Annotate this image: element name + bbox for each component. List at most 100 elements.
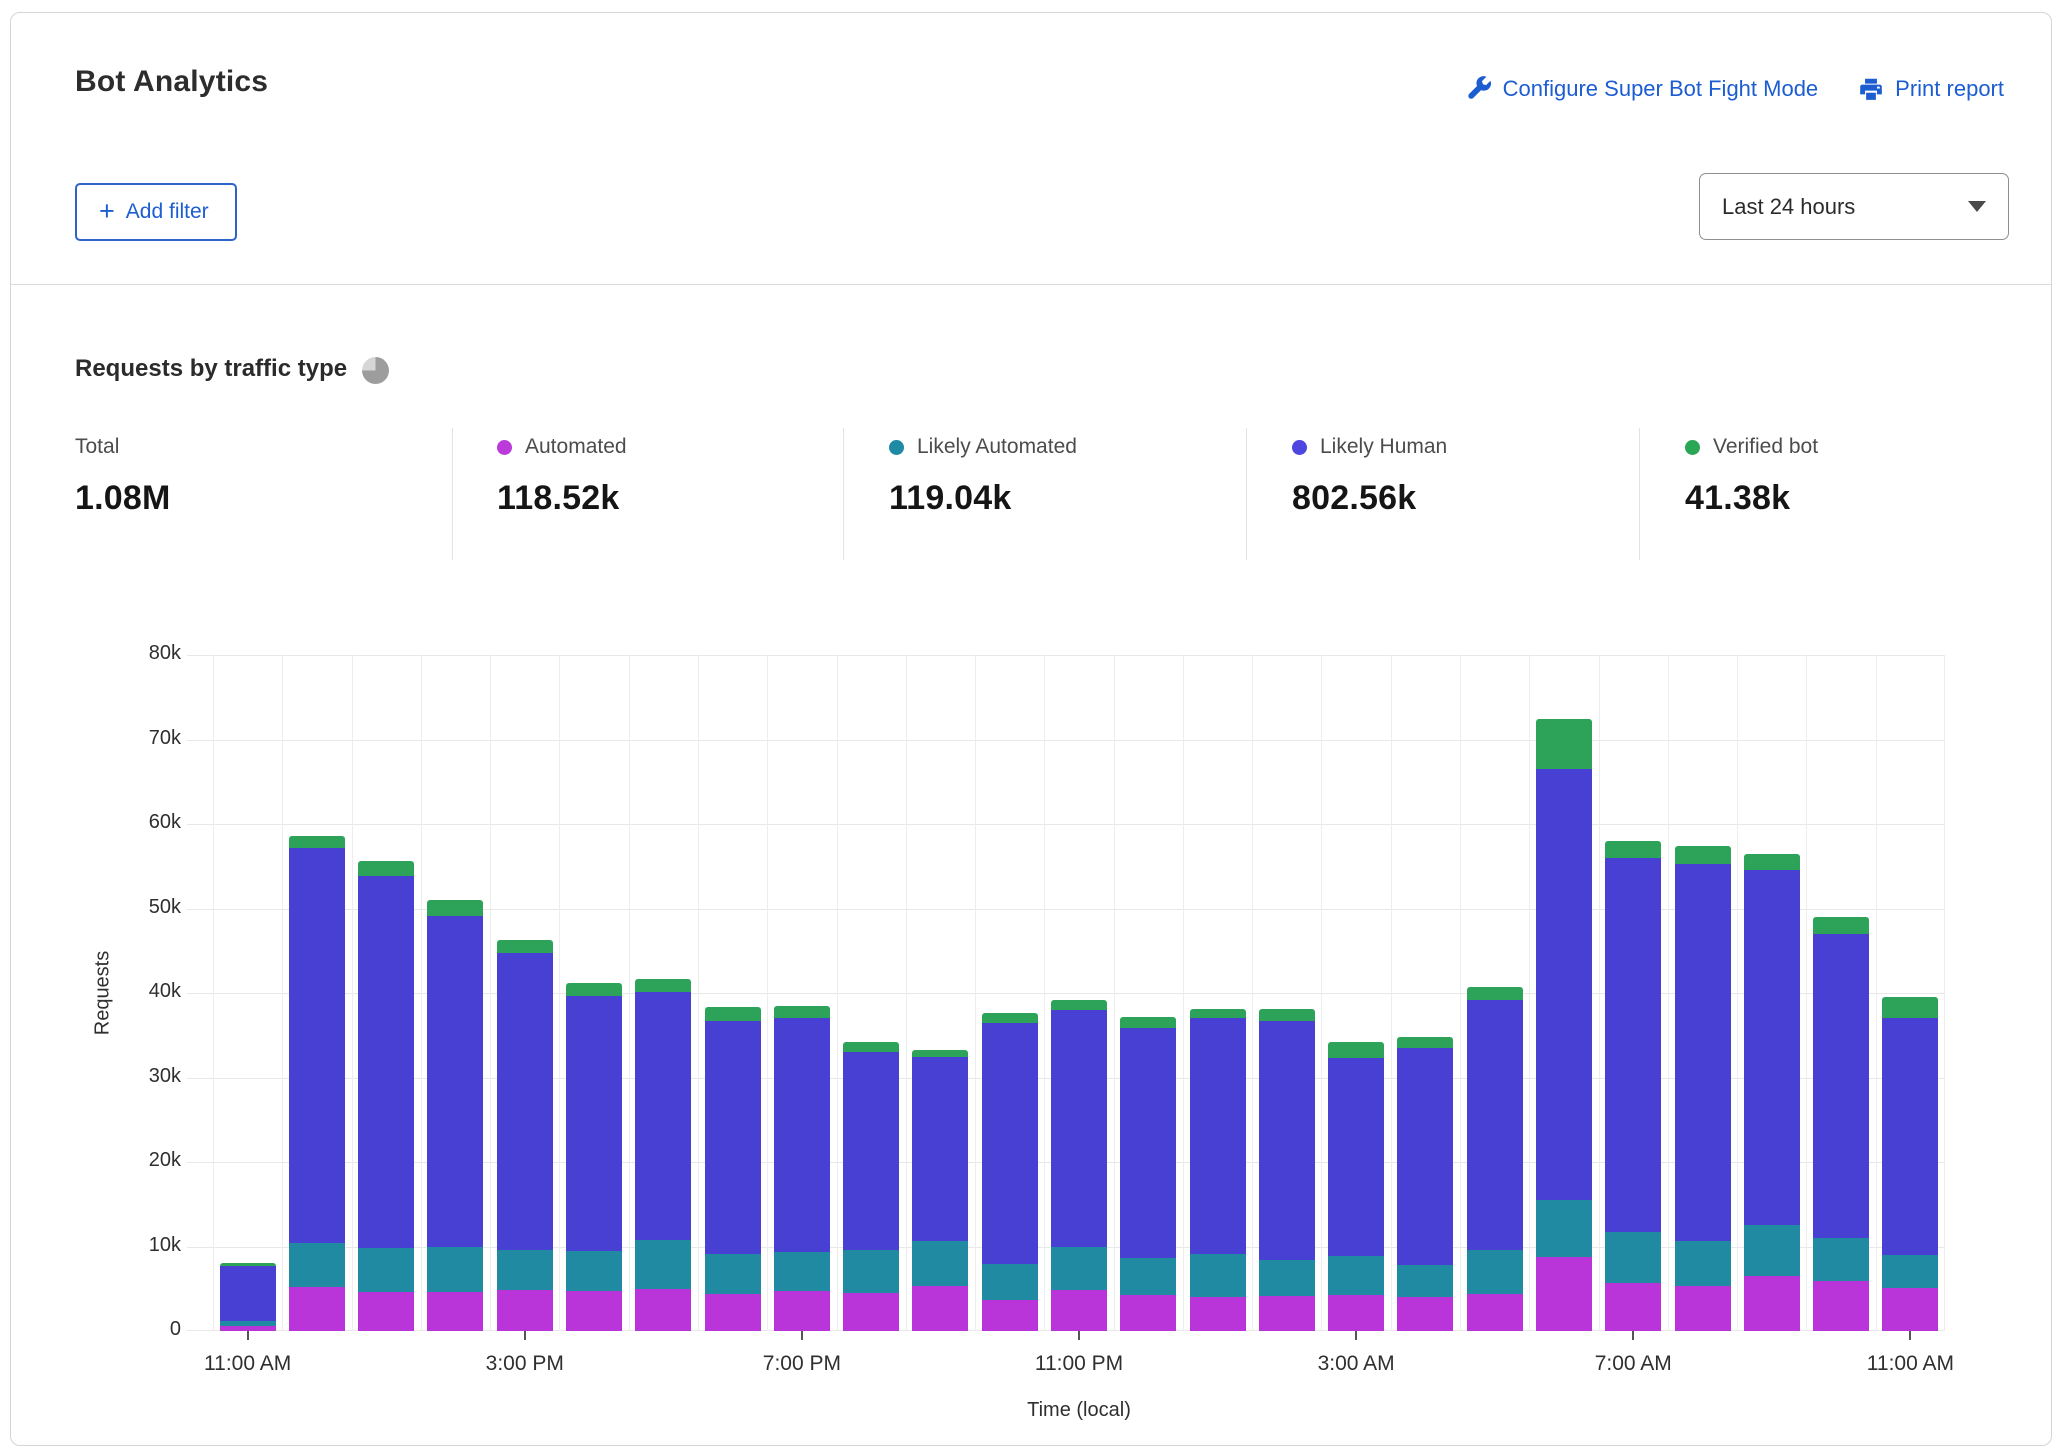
- bar[interactable]: [1190, 1009, 1246, 1331]
- bar-segment: [843, 1052, 899, 1250]
- bar-segment: [843, 1250, 899, 1293]
- add-filter-button[interactable]: + Add filter: [75, 183, 237, 241]
- bar-segment: [1328, 1042, 1384, 1058]
- v-gridline: [282, 655, 283, 1331]
- bar-segment: [912, 1241, 968, 1287]
- plot-area: Time (local) 11:00 AM3:00 PM7:00 PM11:00…: [213, 655, 1945, 1331]
- bar-segment: [774, 1006, 830, 1018]
- print-report-link[interactable]: Print report: [1858, 76, 2004, 102]
- printer-icon: [1858, 76, 1884, 102]
- plus-icon: +: [99, 198, 115, 225]
- bar[interactable]: [1051, 1000, 1107, 1331]
- bar-segment: [635, 1289, 691, 1331]
- x-tick-label: 7:00 AM: [1595, 1352, 1672, 1376]
- bar[interactable]: [843, 1042, 899, 1331]
- bar-segment: [1467, 1294, 1523, 1331]
- x-tick-label: 3:00 PM: [486, 1352, 564, 1376]
- bar[interactable]: [1397, 1037, 1453, 1331]
- bar[interactable]: [1675, 846, 1731, 1331]
- v-gridline: [906, 655, 907, 1331]
- v-gridline: [975, 655, 976, 1331]
- bar[interactable]: [1813, 917, 1869, 1331]
- bar-segment: [1259, 1260, 1315, 1296]
- bar[interactable]: [497, 940, 553, 1331]
- bar-segment: [1120, 1258, 1176, 1294]
- bar-segment: [635, 992, 691, 1240]
- bar[interactable]: [566, 983, 622, 1331]
- print-link-label: Print report: [1895, 76, 2004, 102]
- bar[interactable]: [1744, 854, 1800, 1331]
- bar-segment: [982, 1300, 1038, 1331]
- bar-segment: [220, 1326, 276, 1331]
- bar-segment: [289, 848, 345, 1243]
- bar-segment: [1813, 934, 1869, 1238]
- bar-segment: [358, 876, 414, 1249]
- bar-segment: [1605, 1232, 1661, 1283]
- page-title: Bot Analytics: [75, 65, 268, 99]
- bar-segment: [1536, 769, 1592, 1200]
- bar-segment: [1605, 1283, 1661, 1331]
- bar-segment: [1882, 1018, 1938, 1255]
- bar-segment: [1536, 1257, 1592, 1331]
- bar[interactable]: [1536, 719, 1592, 1331]
- bar-segment: [566, 1291, 622, 1331]
- bar-segment: [1051, 1010, 1107, 1247]
- bar[interactable]: [358, 861, 414, 1331]
- bar-segment: [358, 861, 414, 875]
- bar-segment: [912, 1050, 968, 1058]
- bar[interactable]: [220, 1263, 276, 1331]
- configure-super-bot-fight-mode-link[interactable]: Configure Super Bot Fight Mode: [1465, 75, 1819, 102]
- stat-total-label: Total: [75, 435, 119, 459]
- bar[interactable]: [1328, 1042, 1384, 1331]
- x-tick-label: 11:00 AM: [1867, 1352, 1954, 1376]
- bar-segment: [1467, 1000, 1523, 1250]
- bar-segment: [774, 1018, 830, 1253]
- bar[interactable]: [427, 900, 483, 1331]
- bar[interactable]: [774, 1006, 830, 1331]
- bar[interactable]: [982, 1013, 1038, 1331]
- bar-segment: [1120, 1295, 1176, 1331]
- bar[interactable]: [1882, 997, 1938, 1331]
- bar-segment: [1190, 1254, 1246, 1297]
- bar-segment: [1536, 719, 1592, 769]
- bar-segment: [705, 1021, 761, 1254]
- stat-likely-human-value: 802.56k: [1292, 479, 1639, 518]
- bar[interactable]: [912, 1050, 968, 1331]
- bar-segment: [843, 1293, 899, 1331]
- x-tick: [801, 1331, 803, 1340]
- v-gridline: [1599, 655, 1600, 1331]
- likely-human-dot-icon: [1292, 440, 1307, 455]
- v-gridline: [629, 655, 630, 1331]
- bar[interactable]: [1605, 841, 1661, 1331]
- bar-segment: [705, 1294, 761, 1331]
- bar[interactable]: [705, 1007, 761, 1331]
- bar[interactable]: [289, 836, 345, 1331]
- bar-segment: [1328, 1058, 1384, 1256]
- y-tick-label: 60k: [21, 811, 181, 834]
- bar-segment: [705, 1254, 761, 1294]
- bar-segment: [982, 1264, 1038, 1299]
- bar-segment: [497, 1290, 553, 1331]
- bar-segment: [427, 916, 483, 1247]
- bar-segment: [635, 979, 691, 993]
- bar-segment: [912, 1286, 968, 1331]
- time-range-value: Last 24 hours: [1722, 194, 1855, 220]
- bar-segment: [1259, 1009, 1315, 1021]
- bar[interactable]: [1259, 1009, 1315, 1331]
- stat-automated-label: Automated: [525, 435, 627, 459]
- bar-segment: [1675, 864, 1731, 1242]
- bar[interactable]: [1120, 1017, 1176, 1331]
- bar-segment: [1259, 1296, 1315, 1331]
- y-tick-label: 10k: [21, 1234, 181, 1257]
- y-tick-label: 50k: [21, 896, 181, 919]
- bar[interactable]: [1467, 987, 1523, 1331]
- chevron-down-icon: [1968, 201, 1986, 212]
- bar-segment: [843, 1042, 899, 1052]
- bar[interactable]: [635, 979, 691, 1331]
- bar-segment: [1882, 1255, 1938, 1288]
- bar-segment: [1259, 1021, 1315, 1260]
- time-range-select[interactable]: Last 24 hours: [1699, 173, 2009, 240]
- v-gridline: [352, 655, 353, 1331]
- bar-segment: [1328, 1256, 1384, 1296]
- wrench-icon: [1465, 75, 1492, 102]
